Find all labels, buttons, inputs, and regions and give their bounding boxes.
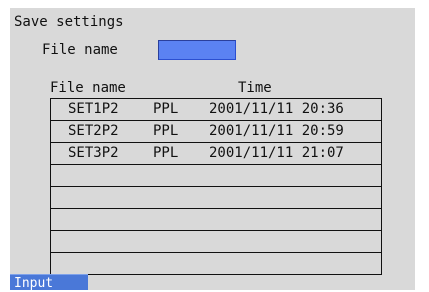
- list-item[interactable]: SET3P2 PPL 2001/11/11 21:07: [51, 143, 381, 165]
- file-time-cell: 2001/11/11 20:36: [209, 101, 344, 117]
- list-item[interactable]: [51, 187, 381, 209]
- file-name-input[interactable]: [158, 40, 236, 60]
- column-header-time: Time: [238, 80, 272, 96]
- file-name-label: File name: [42, 42, 118, 58]
- file-type-cell: PPL: [153, 123, 179, 139]
- file-type-cell: PPL: [153, 101, 179, 117]
- list-item[interactable]: [51, 253, 381, 275]
- file-name-cell: SET2P2: [68, 123, 119, 139]
- page-title: Save settings: [14, 14, 124, 30]
- list-item[interactable]: [51, 165, 381, 187]
- list-item[interactable]: [51, 209, 381, 231]
- list-item[interactable]: SET1P2 PPL 2001/11/11 20:36: [51, 99, 381, 121]
- file-name-cell: SET1P2: [68, 101, 119, 117]
- file-time-cell: 2001/11/11 21:07: [209, 145, 344, 161]
- column-header-file-name: File name: [50, 80, 126, 96]
- file-type-cell: PPL: [153, 145, 179, 161]
- file-name-cell: SET3P2: [68, 145, 119, 161]
- file-time-cell: 2001/11/11 20:59: [209, 123, 344, 139]
- saved-settings-list: SET1P2 PPL 2001/11/11 20:36 SET2P2 PPL 2…: [50, 98, 382, 275]
- save-settings-screen: Save settings File name File name Time S…: [10, 8, 415, 290]
- list-item[interactable]: SET2P2 PPL 2001/11/11 20:59: [51, 121, 381, 143]
- input-softkey-button[interactable]: Input: [10, 274, 88, 290]
- list-item[interactable]: [51, 231, 381, 253]
